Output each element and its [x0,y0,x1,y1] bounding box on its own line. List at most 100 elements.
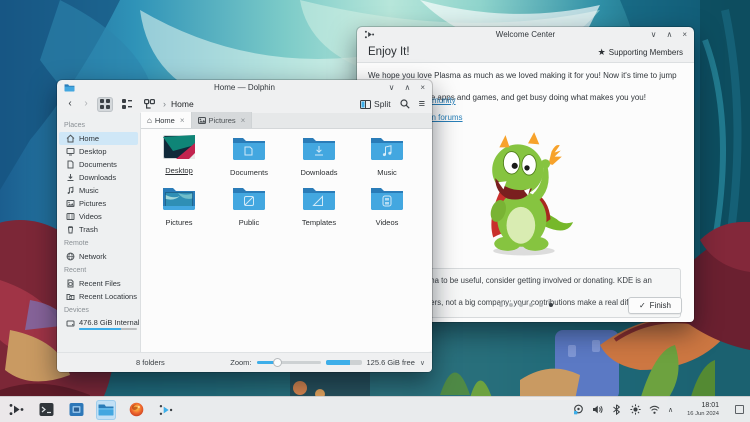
image-icon [197,116,206,124]
file-label: Templates [301,218,337,227]
device-entry: 476.8 GiB Internal… [79,317,141,330]
file-item-documents[interactable]: Documents [217,135,281,177]
task-system-app[interactable] [66,400,86,420]
compact-view-icon [122,99,132,109]
folder-icon [233,138,265,160]
sidebar-item-music[interactable]: Music [59,184,138,197]
sidebar-item-videos[interactable]: Videos [59,210,138,223]
minimize-icon[interactable]: ∨ [389,80,395,95]
page-dot-active[interactable] [548,303,553,307]
page-dot[interactable] [518,303,523,307]
sidebar-item-home[interactable]: Home [59,132,138,145]
bluetooth-tray-icon[interactable] [611,404,622,415]
application-launcher-button[interactable] [6,400,26,420]
trash-icon [66,225,75,234]
volume-tray-icon[interactable] [592,404,603,415]
sidebar-item-desktop[interactable]: Desktop [59,145,138,158]
page-dot[interactable] [498,303,503,307]
tab-close-icon[interactable]: × [241,116,246,125]
show-desktop-button[interactable] [735,405,744,414]
sidebar-label: Desktop [79,147,107,156]
file-item-music[interactable]: Music [355,135,419,177]
tab-home[interactable]: ⌂ Home × [141,112,192,128]
zoom-slider-handle[interactable] [272,358,282,367]
home-icon [66,134,75,143]
page-indicator-dots[interactable] [498,303,553,307]
file-item-public[interactable]: Public [217,185,281,227]
dolphin-app-icon [64,84,75,92]
device-usage-bar [79,327,137,330]
task-welcome-center[interactable] [156,400,176,420]
kde-launcher-icon [9,404,23,415]
split-icon [360,99,372,109]
wifi-tray-icon[interactable] [649,404,660,415]
file-item-desktop[interactable]: Desktop [147,135,211,175]
tab-pictures-label: Pictures [208,115,236,125]
file-item-templates[interactable]: Templates [287,185,351,227]
page-dot[interactable] [528,303,533,307]
desktop-icon [66,147,75,156]
sidebar-item-internal-drive[interactable]: 476.8 GiB Internal… [59,317,141,330]
music-note-icon [66,186,75,195]
breadcrumb-location[interactable]: Home [171,99,194,109]
task-konsole[interactable] [36,400,56,420]
welcome-titlebar[interactable]: Welcome Center ∨ ∧ × [357,27,694,42]
tab-close-icon[interactable]: × [180,116,185,125]
search-icon[interactable] [399,99,410,109]
section-remote: Remote [64,240,89,247]
task-firefox[interactable] [126,400,146,420]
sidebar-label: Music [79,186,99,195]
zoom-label: Zoom: [230,358,252,367]
finish-button[interactable]: ✓ Finish [627,297,682,314]
icons-view-button[interactable] [97,96,113,112]
sidebar-item-network[interactable]: Network [59,250,138,263]
tray-expand-icon[interactable]: ∧ [668,406,673,414]
menu-hamburger-icon[interactable]: ≡ [419,99,425,110]
file-item-videos[interactable]: Videos [355,185,419,227]
tab-home-label: Home [154,115,175,125]
file-label: Videos [375,218,399,227]
zoom-slider[interactable] [256,358,321,367]
sidebar-item-recent-files[interactable]: Recent Files [59,277,138,290]
close-icon[interactable]: × [682,27,687,42]
terminal-app-icon [39,403,53,416]
folder-with-photo-icon [163,188,195,210]
folder-icon [303,188,335,210]
sidebar-item-recent-locations[interactable]: Recent Locations [59,290,138,303]
close-icon[interactable]: × [420,80,425,95]
sidebar-label: Pictures [79,199,107,208]
folder-view[interactable]: Desktop Documents Downloads Music Pictur… [141,129,432,352]
sidebar-item-pictures[interactable]: Pictures [59,197,138,210]
page-dot[interactable] [508,303,513,307]
file-label: Pictures [165,218,193,227]
task-dolphin[interactable] [96,399,116,420]
forward-button[interactable]: › [80,96,92,112]
dolphin-titlebar[interactable]: Home — Dolphin ∨ ∧ × [57,80,432,95]
compact-view-button[interactable] [119,97,135,112]
desktop: Welcome Center ∨ ∧ × Enjoy It! ★ Support… [0,0,750,422]
media-player-tray-icon[interactable] [573,404,584,415]
sidebar-item-downloads[interactable]: Downloads [59,171,138,184]
maximize-icon[interactable]: ∧ [404,80,410,95]
back-button[interactable]: ‹ [64,96,76,112]
home-icon: ⌂ [147,115,152,125]
maximize-icon[interactable]: ∧ [666,27,672,42]
minimize-icon[interactable]: ∨ [651,27,657,42]
sidebar-label: Network [79,252,107,261]
file-item-downloads[interactable]: Downloads [287,135,351,177]
digital-clock[interactable]: 18:01 16 Jun 2024 [687,402,719,418]
split-view-button[interactable]: Split [360,99,391,109]
page-dot[interactable] [538,303,543,307]
video-icon [66,212,75,221]
sidebar-item-documents[interactable]: Documents [59,158,138,171]
brightness-tray-icon[interactable] [630,404,641,415]
tab-pictures[interactable]: Pictures × [191,112,253,128]
sidebar-label: Recent Locations [79,292,137,301]
statusbar-chevron-icon[interactable]: ∨ [420,359,425,367]
details-view-button[interactable] [141,97,157,112]
supporting-members-button[interactable]: ★ Supporting Members [598,47,683,58]
konqi-mascot-illustration [490,132,574,256]
file-item-pictures[interactable]: Pictures [147,185,211,227]
device-label: 476.8 GiB Internal… [79,317,141,327]
sidebar-item-trash[interactable]: Trash [59,223,138,236]
